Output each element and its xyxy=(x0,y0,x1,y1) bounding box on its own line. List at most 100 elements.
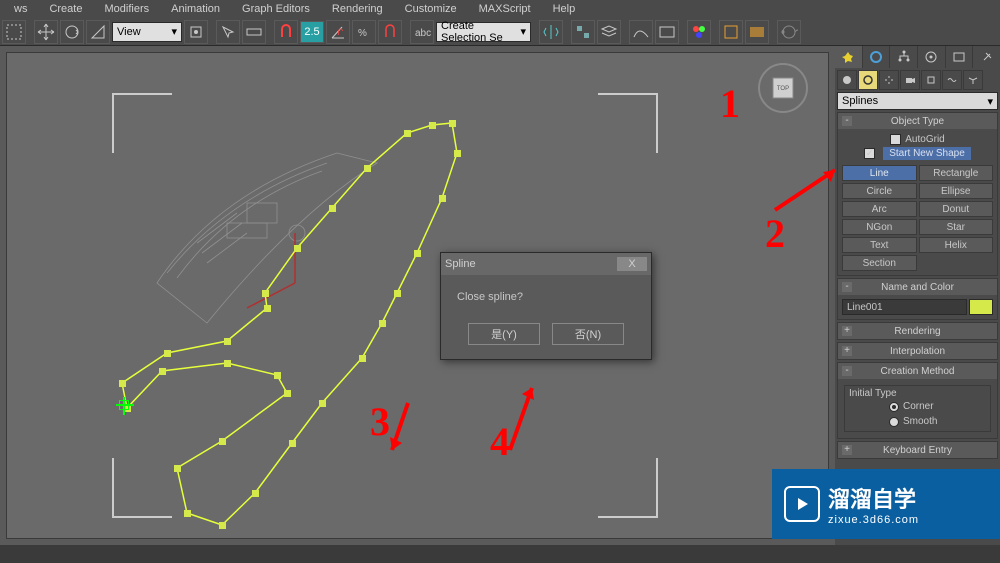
keyboard-shortcut-icon[interactable] xyxy=(242,20,266,44)
vertex[interactable] xyxy=(219,522,226,529)
tab-utilities[interactable] xyxy=(973,46,1000,68)
align-icon[interactable] xyxy=(571,20,595,44)
start-new-shape-button[interactable]: Start New Shape xyxy=(883,147,971,160)
start-new-shape-checkbox[interactable]: ✓ xyxy=(864,148,875,159)
star-button[interactable]: Star xyxy=(919,219,994,235)
named-selection-dropdown[interactable]: Create Selection Se▾ xyxy=(436,22,531,42)
viewcube[interactable]: TOP xyxy=(758,63,808,113)
subtab-shapes[interactable] xyxy=(858,70,878,90)
vertex[interactable] xyxy=(364,165,371,172)
donut-button[interactable]: Donut xyxy=(919,201,994,217)
rollout-header-keyboard-entry[interactable]: + Keyboard Entry xyxy=(838,442,997,458)
snap-2d[interactable]: 2.5 xyxy=(300,21,324,43)
circle-button[interactable]: Circle xyxy=(842,183,917,199)
object-name-input[interactable]: Line001 xyxy=(842,299,967,315)
vertex[interactable] xyxy=(174,465,181,472)
render-production-icon[interactable] xyxy=(777,20,801,44)
radio-smooth[interactable] xyxy=(889,417,899,427)
subtab-systems[interactable] xyxy=(963,70,983,90)
yes-button[interactable]: 是(Y) xyxy=(468,323,540,345)
subtab-geometry[interactable] xyxy=(837,70,857,90)
material-editor-icon[interactable] xyxy=(687,20,711,44)
rotate-icon[interactable] xyxy=(60,20,84,44)
vertex[interactable] xyxy=(449,120,456,127)
object-color-swatch[interactable] xyxy=(969,299,993,315)
vertex[interactable] xyxy=(284,390,291,397)
menu-help[interactable]: Help xyxy=(543,1,586,17)
move-icon[interactable] xyxy=(34,20,58,44)
menu-animation[interactable]: Animation xyxy=(161,1,230,17)
section-button[interactable]: Section xyxy=(842,255,917,271)
menu-customize[interactable]: Customize xyxy=(395,1,467,17)
viewport[interactable]: TOP xyxy=(6,52,829,539)
vertex[interactable] xyxy=(289,440,296,447)
menu-maxscript[interactable]: MAXScript xyxy=(469,1,541,17)
menu-graph-editors[interactable]: Graph Editors xyxy=(232,1,320,17)
subtab-spacewarps[interactable] xyxy=(942,70,962,90)
helix-button[interactable]: Helix xyxy=(919,237,994,253)
snap-toggle-icon[interactable] xyxy=(274,20,298,44)
vertex[interactable] xyxy=(164,350,171,357)
tab-motion[interactable] xyxy=(918,46,945,68)
select-region-icon[interactable] xyxy=(2,20,26,44)
rollout-header-creation-method[interactable]: - Creation Method xyxy=(838,363,997,379)
menu-modifiers[interactable]: Modifiers xyxy=(94,1,159,17)
vertex[interactable] xyxy=(262,290,269,297)
vertex[interactable] xyxy=(329,205,336,212)
vertex[interactable] xyxy=(274,372,281,379)
vertex[interactable] xyxy=(184,510,191,517)
schematic-icon[interactable] xyxy=(655,20,679,44)
menu-create[interactable]: Create xyxy=(39,1,92,17)
tab-modify[interactable] xyxy=(863,46,890,68)
vertex[interactable] xyxy=(394,290,401,297)
rectangle-button[interactable]: Rectangle xyxy=(919,165,994,181)
dialog-titlebar[interactable]: Spline X xyxy=(441,253,651,275)
percent-snap-icon[interactable]: % xyxy=(352,20,376,44)
use-pivot-icon[interactable] xyxy=(184,20,208,44)
render-frame-icon[interactable] xyxy=(745,20,769,44)
vertex[interactable] xyxy=(429,122,436,129)
menu-rendering[interactable]: Rendering xyxy=(322,1,393,17)
autogrid-checkbox[interactable] xyxy=(890,134,901,145)
ellipse-button[interactable]: Ellipse xyxy=(919,183,994,199)
subtab-cameras[interactable] xyxy=(900,70,920,90)
menu-ws[interactable]: ws xyxy=(4,1,37,17)
category-dropdown[interactable]: Splines▾ xyxy=(837,92,998,110)
vertex[interactable] xyxy=(159,368,166,375)
vertex[interactable] xyxy=(359,355,366,362)
vertex[interactable] xyxy=(294,245,301,252)
text-button[interactable]: Text xyxy=(842,237,917,253)
vertex[interactable] xyxy=(224,360,231,367)
vertex[interactable] xyxy=(219,438,226,445)
rollout-header-interpolation[interactable]: + Interpolation xyxy=(838,343,997,359)
vertex[interactable] xyxy=(414,250,421,257)
start-vertex[interactable] xyxy=(119,400,129,410)
tab-create[interactable] xyxy=(835,46,862,68)
angle-snap-icon[interactable] xyxy=(326,20,350,44)
arc-button[interactable]: Arc xyxy=(842,201,917,217)
time-slider[interactable] xyxy=(0,545,1000,557)
render-setup-icon[interactable] xyxy=(719,20,743,44)
subtab-helpers[interactable] xyxy=(921,70,941,90)
spinner-snap-icon[interactable] xyxy=(378,20,402,44)
ref-coord-dropdown[interactable]: View▾ xyxy=(112,22,182,42)
vertex[interactable] xyxy=(454,150,461,157)
vertex[interactable] xyxy=(439,195,446,202)
curve-editor-icon[interactable] xyxy=(629,20,653,44)
vertex[interactable] xyxy=(379,320,386,327)
vertex[interactable] xyxy=(264,305,271,312)
vertex[interactable] xyxy=(224,338,231,345)
ngon-button[interactable]: NGon xyxy=(842,219,917,235)
vertex[interactable] xyxy=(404,130,411,137)
vertex[interactable] xyxy=(119,380,126,387)
rollout-header-rendering[interactable]: + Rendering xyxy=(838,323,997,339)
subtab-lights[interactable] xyxy=(879,70,899,90)
tab-display[interactable] xyxy=(946,46,973,68)
vertex[interactable] xyxy=(319,400,326,407)
line-button[interactable]: Line xyxy=(842,165,917,181)
scale-icon[interactable] xyxy=(86,20,110,44)
edit-named-icon[interactable]: abc xyxy=(410,20,434,44)
radio-corner[interactable] xyxy=(889,402,899,412)
close-icon[interactable]: X xyxy=(617,257,647,271)
mirror-icon[interactable] xyxy=(539,20,563,44)
